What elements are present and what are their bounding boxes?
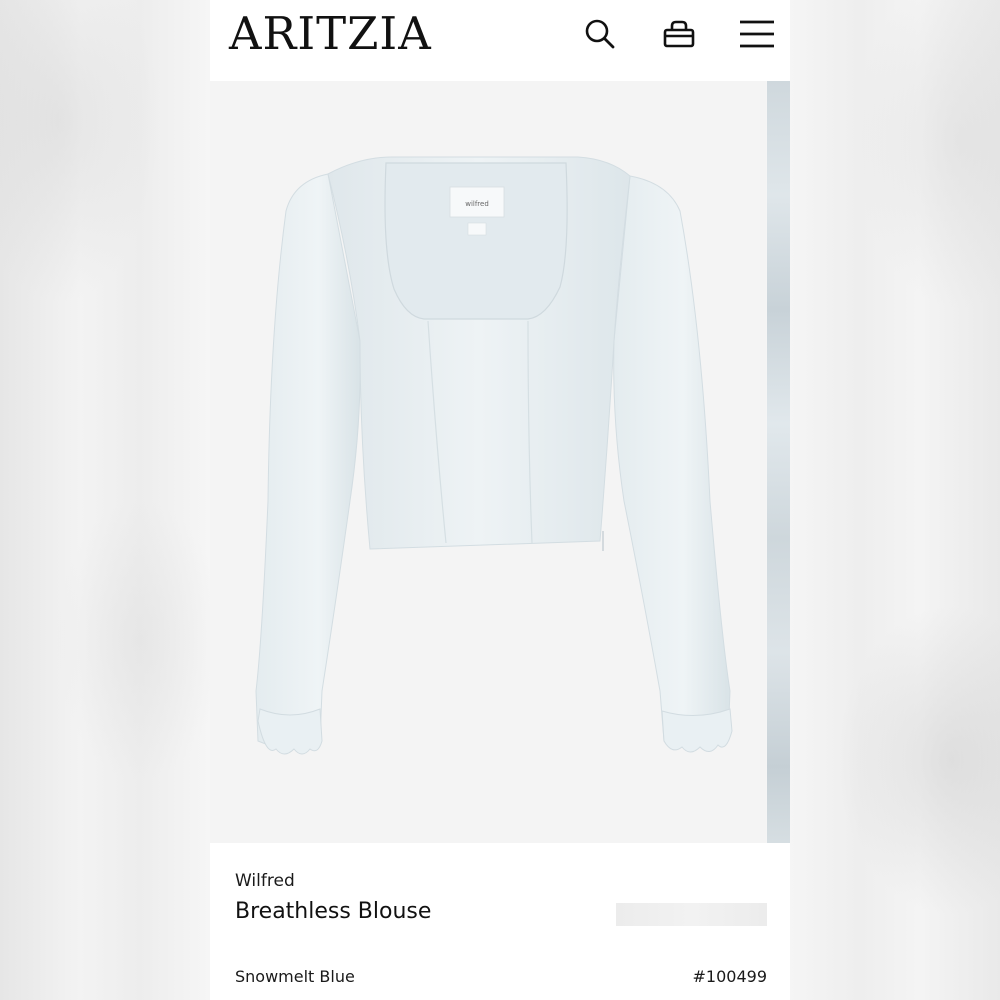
product-style-number: #100499 [692, 967, 767, 986]
brand-logo[interactable]: ARITZIA [229, 10, 432, 58]
site-header: ARITZIA [210, 0, 790, 81]
product-color-name: Snowmelt Blue [235, 967, 355, 986]
product-info: Wilfred Breathless Blouse Snowmelt Blue … [210, 843, 790, 1000]
mobile-page: ARITZIA wilfred Wilfred Breathless Blous… [210, 0, 790, 1000]
product-image-blouse[interactable]: wilfred [210, 81, 766, 843]
price-loading-placeholder [616, 903, 767, 926]
background-blur-right [790, 0, 1000, 1000]
search-icon[interactable] [580, 14, 620, 54]
shopping-bag-icon[interactable] [659, 14, 699, 54]
next-product-image-peek[interactable] [767, 81, 790, 843]
product-brand[interactable]: Wilfred [235, 871, 295, 891]
garment-label-text: wilfred [465, 200, 489, 208]
product-image-gallery[interactable]: wilfred [210, 81, 790, 843]
product-name: Breathless Blouse [235, 899, 432, 924]
hamburger-menu-icon[interactable] [737, 14, 777, 54]
background-blur-left [0, 0, 210, 1000]
